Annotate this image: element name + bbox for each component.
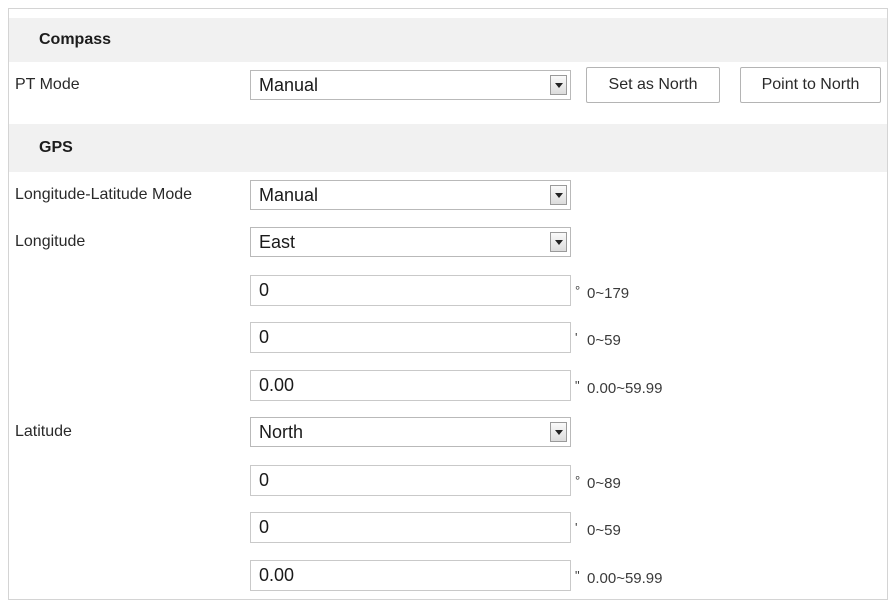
- second-symbol: ": [575, 568, 580, 583]
- range-text: 0~179: [587, 285, 630, 302]
- chevron-down-icon[interactable]: [550, 75, 567, 95]
- longitude-label: Longitude: [15, 233, 86, 250]
- latitude-label: Latitude: [15, 423, 72, 440]
- pt-mode-value: Manual: [259, 75, 319, 95]
- pt-mode-select[interactable]: Manual: [250, 70, 571, 100]
- range-text: 0~59: [587, 332, 621, 349]
- latitude-seconds-input[interactable]: 0.00: [250, 560, 571, 591]
- latitude-degrees-input[interactable]: 0: [250, 465, 571, 496]
- set-as-north-button[interactable]: Set as North: [586, 67, 720, 103]
- range-text: 0~89: [587, 475, 621, 492]
- longitude-direction-select[interactable]: East: [250, 227, 571, 257]
- longitude-degrees-input[interactable]: 0: [250, 275, 571, 306]
- compass-section-header: Compass: [9, 18, 887, 62]
- longitude-degrees-range: ° 0~179: [575, 275, 629, 306]
- longitude-latitude-mode-select[interactable]: Manual: [250, 180, 571, 210]
- chevron-down-icon[interactable]: [550, 232, 567, 252]
- range-text: 0.00~59.99: [587, 570, 663, 587]
- latitude-minutes-range: ' 0~59: [575, 512, 621, 543]
- chevron-down-icon[interactable]: [550, 185, 567, 205]
- minute-symbol: ': [575, 330, 578, 345]
- longitude-minutes-input[interactable]: 0: [250, 322, 571, 353]
- chevron-down-icon[interactable]: [550, 422, 567, 442]
- gps-section-header: GPS: [9, 124, 887, 172]
- latitude-direction-select[interactable]: North: [250, 417, 571, 447]
- degree-symbol: °: [575, 283, 581, 298]
- settings-panel: Compass PT Mode Manual Set as North Poin…: [8, 8, 888, 600]
- range-text: 0~59: [587, 522, 621, 539]
- degree-symbol: °: [575, 473, 581, 488]
- latitude-direction-value: North: [259, 422, 304, 442]
- second-symbol: ": [575, 378, 580, 393]
- longitude-seconds-range: " 0.00~59.99: [575, 370, 663, 401]
- longitude-minutes-range: ' 0~59: [575, 322, 621, 353]
- pt-mode-label: PT Mode: [15, 76, 80, 93]
- latitude-minutes-input[interactable]: 0: [250, 512, 571, 543]
- longitude-latitude-mode-value: Manual: [259, 185, 319, 205]
- minute-symbol: ': [575, 520, 578, 535]
- compass-title: Compass: [39, 31, 112, 48]
- range-text: 0.00~59.99: [587, 380, 663, 397]
- latitude-seconds-range: " 0.00~59.99: [575, 560, 663, 591]
- gps-title: GPS: [39, 139, 73, 156]
- longitude-latitude-mode-label: Longitude-Latitude Mode: [15, 186, 193, 203]
- latitude-degrees-range: ° 0~89: [575, 465, 621, 496]
- longitude-seconds-input[interactable]: 0.00: [250, 370, 571, 401]
- point-to-north-button[interactable]: Point to North: [740, 67, 881, 103]
- longitude-direction-value: East: [259, 232, 296, 252]
